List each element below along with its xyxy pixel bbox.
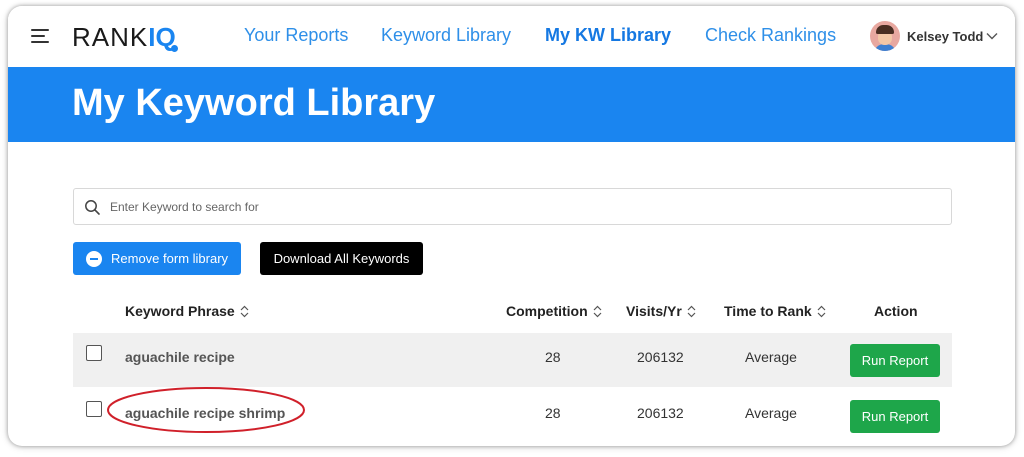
sort-icon bbox=[817, 305, 826, 317]
rankiq-logo[interactable]: RANK IQ bbox=[72, 21, 178, 52]
column-header-time-to-rank[interactable]: Time to Rank bbox=[724, 303, 826, 319]
visits-value: 206132 bbox=[637, 349, 684, 365]
keyword-phrase: aguachile recipe bbox=[125, 349, 235, 365]
sort-icon bbox=[593, 305, 602, 317]
nav-link-your-reports[interactable]: Your Reports bbox=[244, 25, 348, 46]
logo-text-rank: RANK bbox=[72, 21, 149, 52]
download-all-keywords-button[interactable]: Download All Keywords bbox=[260, 242, 423, 275]
row-checkbox[interactable] bbox=[86, 401, 102, 417]
header-label: Action bbox=[874, 303, 918, 319]
keyword-search-box bbox=[73, 188, 952, 225]
table-row: aguachile recipe 28 206132 Average Run R… bbox=[73, 333, 952, 387]
visits-value: 206132 bbox=[637, 405, 684, 421]
keyword-phrase: aguachile recipe shrimp bbox=[125, 405, 286, 421]
time-to-rank-value: Average bbox=[745, 405, 797, 421]
keyword-search-input[interactable] bbox=[110, 189, 930, 224]
run-report-button[interactable]: Run Report bbox=[850, 344, 940, 377]
nav-link-keyword-library[interactable]: Keyword Library bbox=[381, 25, 511, 46]
page-title: My Keyword Library bbox=[72, 82, 436, 124]
app-window: RANK IQ Your Reports Keyword Library My K… bbox=[8, 6, 1015, 446]
remove-button-label: Remove form library bbox=[111, 251, 229, 266]
minus-circle-icon bbox=[86, 250, 102, 267]
sort-icon bbox=[687, 305, 696, 317]
row-checkbox[interactable] bbox=[86, 345, 102, 361]
logo-text-iq: IQ bbox=[148, 21, 178, 52]
top-navigation: RANK IQ Your Reports Keyword Library My K… bbox=[8, 6, 1015, 67]
competition-value: 28 bbox=[545, 349, 561, 365]
user-menu[interactable]: Kelsey Todd bbox=[870, 21, 998, 51]
column-header-competition[interactable]: Competition bbox=[506, 303, 602, 319]
search-icon bbox=[85, 200, 100, 215]
hamburger-menu-icon[interactable] bbox=[31, 27, 49, 43]
time-to-rank-value: Average bbox=[745, 349, 797, 365]
header-label: Competition bbox=[506, 303, 588, 319]
page-header-banner: My Keyword Library bbox=[8, 67, 1015, 142]
table-row: aguachile recipe shrimp 28 206132 Averag… bbox=[73, 387, 952, 441]
header-label: Visits/Yr bbox=[626, 303, 682, 319]
header-label: Time to Rank bbox=[724, 303, 812, 319]
nav-link-my-kw-library[interactable]: My KW Library bbox=[545, 25, 671, 46]
sort-icon bbox=[240, 305, 249, 317]
run-report-button[interactable]: Run Report bbox=[850, 400, 940, 433]
column-header-visits-yr[interactable]: Visits/Yr bbox=[626, 303, 696, 319]
chevron-down-icon bbox=[986, 33, 998, 40]
header-label: Keyword Phrase bbox=[125, 303, 235, 319]
competition-value: 28 bbox=[545, 405, 561, 421]
column-header-action: Action bbox=[874, 303, 918, 319]
avatar bbox=[870, 21, 900, 51]
remove-from-library-button[interactable]: Remove form library bbox=[73, 242, 241, 275]
nav-link-check-rankings[interactable]: Check Rankings bbox=[705, 25, 836, 46]
user-name: Kelsey Todd bbox=[907, 28, 984, 44]
column-header-keyword-phrase[interactable]: Keyword Phrase bbox=[125, 303, 249, 319]
